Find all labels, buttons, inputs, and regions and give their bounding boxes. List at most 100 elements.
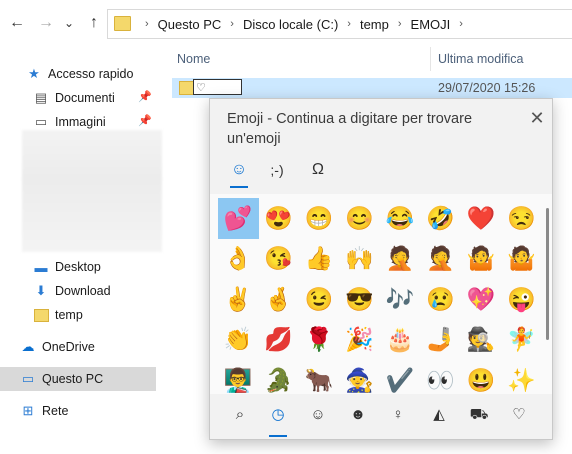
breadcrumb-separator: › [145,18,149,30]
sidebar-item-desktop[interactable]: ▬ Desktop [0,255,156,279]
emoji-cell[interactable]: 🤳 [421,320,462,361]
scrollbar[interactable] [546,208,549,340]
folder-icon [114,16,131,31]
sidebar-item-label: Questo PC [42,372,104,386]
people-icon[interactable]: ☻ [345,402,371,428]
emoji-cell[interactable]: 🤷 [502,239,543,280]
up-button[interactable]: ↑ [83,12,105,34]
sidebar-item-questo-pc[interactable]: ▭ Questo PC [0,367,156,391]
emoji-cell[interactable]: 🤞 [259,279,300,320]
emoji-tab[interactable]: ☺ [222,155,256,188]
close-icon[interactable]: ✕ [526,107,548,129]
breadcrumb-temp[interactable]: temp [360,17,389,32]
vehicle-icon[interactable]: ⛟ [466,402,492,428]
blurred-region [22,130,162,252]
column-header-modified[interactable]: Ultima modifica [438,44,523,74]
emoji-cell[interactable]: 🎶 [380,279,421,320]
emoji-cell[interactable]: 😁 [299,198,340,239]
emoji-cell[interactable]: 😍 [259,198,300,239]
sidebar-item-accesso-rapido[interactable]: ★ Accesso rapido [0,62,156,86]
sidebar-item-label: Download [55,284,111,298]
breadcrumb: › Questo PC › Disco locale (C:) › temp ›… [136,10,472,38]
rename-input[interactable]: ♡ [193,79,242,95]
emoji-cell[interactable]: 🤷 [461,239,502,280]
emoji-cell[interactable]: 🎉 [340,320,381,361]
emoji-cell[interactable]: 👍 [299,239,340,280]
forward-button[interactable]: → [35,12,57,34]
star-icon: ★ [28,66,40,81]
breadcrumb-disco-locale[interactable]: Disco locale (C:) [243,17,338,32]
emoji-cell[interactable]: 😊 [340,198,381,239]
emoji-cell[interactable]: 😜 [502,279,543,320]
emoji-cell[interactable]: 😂 [380,198,421,239]
sidebar-item-label: Desktop [55,260,101,274]
pin-icon[interactable]: 📌 [138,114,152,127]
emoji-cell[interactable]: 💋 [259,320,300,361]
breadcrumb-separator[interactable]: › [459,18,463,30]
recent-icon[interactable]: ◷ [265,402,291,437]
emoji-cell[interactable]: 😢 [421,279,462,320]
emoji-cell[interactable]: 🕵️ [461,320,502,361]
document-icon: ▤ [34,90,48,105]
sidebar-item-documenti[interactable]: ▤ Documenti 📌 [0,86,156,110]
emoji-cell[interactable]: 💖 [461,279,502,320]
emoji-cell[interactable]: 🎂 [380,320,421,361]
emoji-cell[interactable]: 💕 [218,198,259,239]
panel-title: Emoji - Continua a digitare per trovare … [227,111,473,147]
sidebar-item-temp[interactable]: temp [0,303,156,327]
food-icon[interactable]: ◭ [426,402,452,428]
recent-locations-button[interactable]: ⌄ [62,12,76,34]
file-row[interactable]: ♡ 29/07/2020 15:26 [172,78,572,98]
emoji-cell[interactable]: 🙌 [340,239,381,280]
emoji-cell[interactable]: 🧚 [502,320,543,361]
back-button[interactable]: ← [6,12,28,34]
emoji-cell[interactable]: 😒 [502,198,543,239]
search-icon[interactable]: ⌕ [227,402,253,428]
sidebar-item-rete[interactable]: ⊞ Rete [0,399,156,423]
emoji-cell[interactable]: 🤦 [380,239,421,280]
emoji-cell[interactable]: 😘 [259,239,300,280]
address-bar[interactable]: › Questo PC › Disco locale (C:) › temp ›… [107,9,572,39]
computer-icon: ▭ [21,371,35,386]
address-toolbar: ← → ⌄ ↑ › Questo PC › Disco locale (C:) … [0,0,572,44]
celebration-icon[interactable]: ♀ [385,402,411,428]
breadcrumb-questo-pc[interactable]: Questo PC [158,17,222,32]
emoji-cell[interactable]: ❤️ [461,198,502,239]
emoji-cell[interactable]: ✌️ [218,279,259,320]
breadcrumb-separator[interactable]: › [347,18,351,30]
emoji-cell[interactable]: 👏 [218,320,259,361]
breadcrumb-separator[interactable]: › [398,18,402,30]
breadcrumb-separator[interactable]: › [230,18,234,30]
pin-icon[interactable]: 📌 [138,90,152,103]
emoji-cell[interactable]: 🌹 [299,320,340,361]
symbols-tab[interactable]: Ω [301,155,335,185]
emoji-cell[interactable]: 😎 [340,279,381,320]
kaomoji-tab[interactable]: ;-) [260,155,294,185]
download-icon: ⬇ [35,283,47,298]
emoji-grid: 💕 😍 😁 😊 😂 🤣 ❤️ 😒 👌 😘 👍 🙌 🤦 🤦 🤷 🤷 ✌️ 🤞 😉 😎 🎶 😢 💖 😜 👏 💋 🌹 🎉 🎂 🤳 🕵️ 🧚 👨‍🏫 🐊 🐂… [218,198,543,401]
sidebar-item-label: OneDrive [42,340,95,354]
emoji-cell[interactable]: 👌 [218,239,259,280]
image-icon: ▭ [34,114,48,129]
column-divider[interactable] [430,47,431,71]
sidebar-item-label: Accesso rapido [48,67,134,81]
panel-tabs: ☺ ;-) Ω [210,155,552,191]
category-bar: ⌕ ◷ ☺ ☻ ♀ ◭ ⛟ ♡ [210,394,552,439]
sidebar-item-label: Documenti [55,91,115,105]
desktop-icon: ▬ [34,259,48,275]
emoji-cell[interactable]: 😉 [299,279,340,320]
emoji-panel: Emoji - Continua a digitare per trovare … [209,98,553,440]
smiley-icon[interactable]: ☺ [305,402,331,428]
breadcrumb-emoji[interactable]: EMOJI [411,17,451,32]
emoji-cell[interactable]: 🤣 [421,198,462,239]
emoji-cell[interactable]: 🤦 [421,239,462,280]
sidebar-item-download[interactable]: ⬇ Download [0,279,156,303]
sidebar-item-label: Rete [42,404,69,418]
column-header-name[interactable]: Nome [177,44,210,74]
file-modified-date: 29/07/2020 15:26 [438,81,536,95]
heart-icon[interactable]: ♡ [506,402,532,428]
emoji-grid-area: 💕 😍 😁 😊 😂 🤣 ❤️ 😒 👌 😘 👍 🙌 🤦 🤦 🤷 🤷 ✌️ 🤞 😉 😎 🎶 😢 💖 😜 👏 💋 🌹 🎉 🎂 🤳 🕵️ 🧚 👨‍🏫 🐊 🐂… [210,194,552,394]
network-icon: ⊞ [22,403,34,418]
sidebar-item-label: Immagini [55,115,106,129]
sidebar-item-onedrive[interactable]: ☁ OneDrive [0,335,156,359]
